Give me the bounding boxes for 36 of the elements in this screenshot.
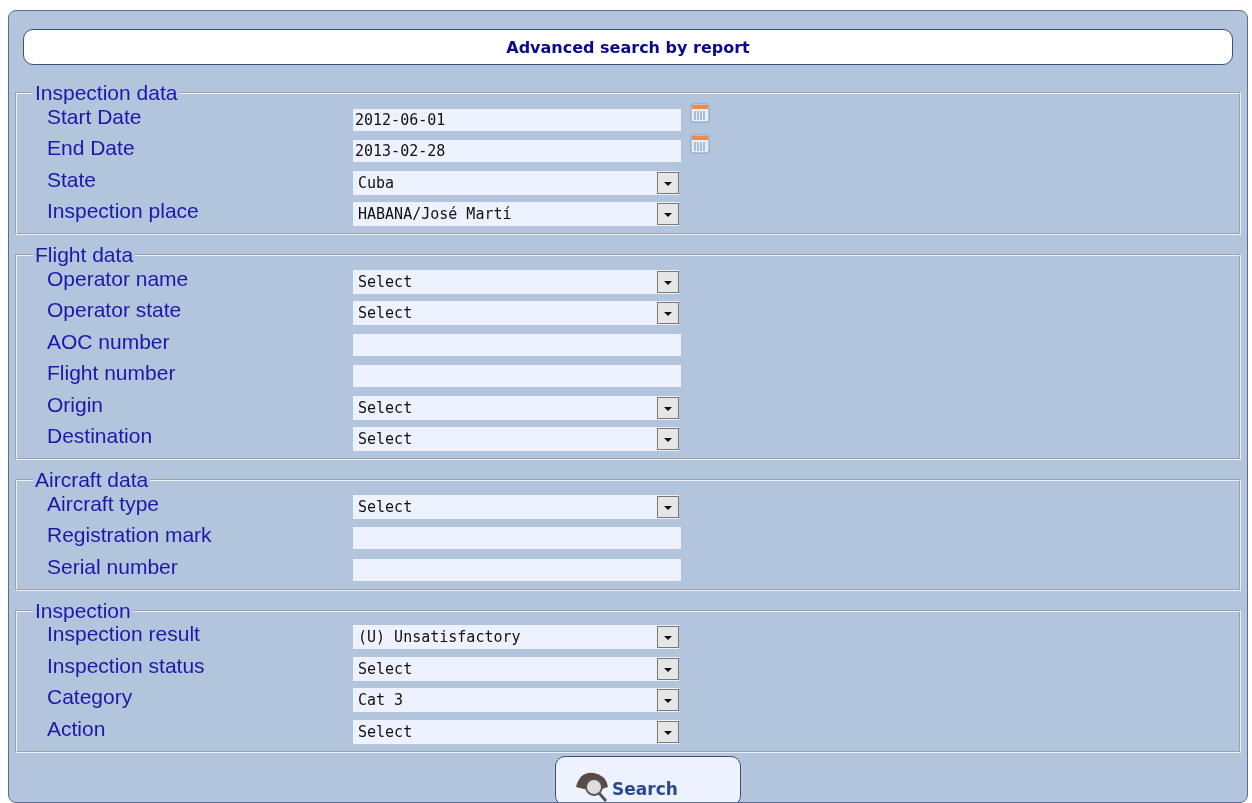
field-label: Start Date xyxy=(47,104,143,130)
field-label: Inspection place xyxy=(47,199,200,225)
dropdown[interactable]: Select xyxy=(353,719,679,744)
dropdown[interactable]: Select xyxy=(353,395,679,420)
field-label: Aircraft type xyxy=(47,491,161,517)
section-legend: Inspection xyxy=(33,600,133,621)
field-label: Operator state xyxy=(47,298,183,324)
dropdown[interactable]: (U) Unsatisfactory xyxy=(353,625,679,650)
field-label: AOC number xyxy=(47,329,171,355)
date-field[interactable]: 2013-02-28 xyxy=(353,140,681,163)
dropdown[interactable]: Select xyxy=(353,301,679,326)
field-label: Operator name xyxy=(47,266,190,292)
section-legend: Flight data xyxy=(33,245,136,265)
field-label: End Date xyxy=(47,136,136,162)
field-label: Inspection status xyxy=(47,653,206,679)
field-label: Destination xyxy=(47,424,154,450)
field-label: Serial number xyxy=(47,554,179,580)
dropdown[interactable]: Select xyxy=(353,656,679,681)
field-label: State xyxy=(47,167,98,193)
dropdown[interactable]: HABANA/José Martí xyxy=(353,202,679,227)
section-legend: Aircraft data xyxy=(33,470,151,490)
field-label: Inspection result xyxy=(47,622,201,648)
field-label: Action xyxy=(47,716,107,742)
field-label: Origin xyxy=(47,392,105,418)
dropdown[interactable]: Cat 3 xyxy=(353,688,679,713)
field-label: Flight number xyxy=(47,361,177,387)
panel-title: Advanced search by report xyxy=(23,29,1233,65)
dropdown[interactable]: Cuba xyxy=(353,170,679,195)
search-button[interactable]: Search xyxy=(555,755,741,802)
field-label: Category xyxy=(47,685,134,711)
dropdown[interactable]: Select xyxy=(353,269,679,294)
field-label: Registration mark xyxy=(47,523,213,549)
dropdown[interactable]: Select xyxy=(353,427,679,452)
date-field[interactable]: 2012-06-01 xyxy=(353,108,681,131)
section-legend: Inspection data xyxy=(33,83,180,103)
dropdown[interactable]: Select xyxy=(353,494,679,519)
